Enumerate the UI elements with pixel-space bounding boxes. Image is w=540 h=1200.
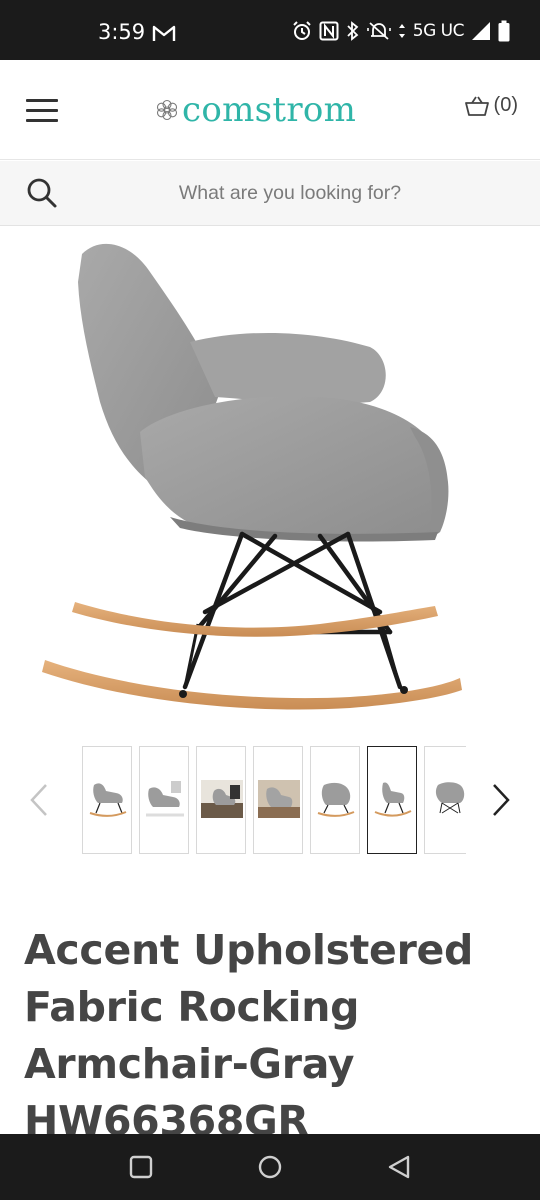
chevron-left-icon[interactable]	[26, 782, 52, 818]
app-root: 3:59 5G UC comstrom (0) What are you loo…	[0, 0, 540, 1200]
site-header: comstrom (0)	[0, 60, 540, 160]
home-circle-icon[interactable]	[257, 1154, 283, 1180]
thumbnail-3[interactable]	[196, 746, 246, 854]
thumbnail-viewport	[82, 746, 466, 856]
thumbnail-chair-icon	[258, 780, 300, 818]
search-input[interactable]	[80, 161, 500, 226]
thumbnail-chair-icon	[146, 781, 184, 817]
chevron-right-icon[interactable]	[488, 782, 514, 818]
status-icons: 5G UC	[292, 20, 510, 42]
status-time: 3:59	[98, 20, 146, 44]
data-arrows-icon	[398, 24, 405, 38]
thumbnail-5[interactable]	[310, 746, 360, 854]
thumbnail-strip	[0, 740, 540, 860]
product-title: Accent Upholstered Fabric Rocking Armcha…	[24, 926, 474, 1145]
gmail-icon	[152, 25, 176, 41]
thumbnail-4[interactable]	[253, 746, 303, 854]
thumbnail-chair-icon	[201, 780, 243, 818]
cart-button[interactable]: (0)	[464, 94, 518, 117]
thumbnail-2[interactable]	[139, 746, 189, 854]
search-bar	[0, 161, 540, 226]
brand-name: comstrom	[182, 90, 357, 130]
cart-count: (0)	[493, 94, 518, 116]
thumbnail-chair-icon	[374, 782, 412, 817]
thumbnail-chair-icon	[435, 782, 465, 814]
product-main-image[interactable]	[20, 232, 520, 722]
thumbnail-7[interactable]	[424, 746, 466, 854]
nfc-icon	[319, 21, 339, 41]
battery-icon	[498, 20, 510, 42]
basket-icon	[464, 96, 489, 116]
signal-icon	[472, 22, 490, 40]
search-icon[interactable]	[26, 177, 58, 209]
logo-flower-icon	[156, 99, 178, 121]
system-nav-bar	[0, 1134, 540, 1200]
brand-logo[interactable]: comstrom	[156, 90, 356, 130]
hamburger-menu-icon[interactable]	[26, 99, 58, 123]
status-bar: 3:59 5G UC	[0, 0, 540, 60]
network-type: 5G UC	[412, 21, 465, 41]
recents-square-icon[interactable]	[128, 1154, 154, 1180]
thumbnail-6-selected[interactable]	[367, 746, 417, 854]
bluetooth-icon	[347, 21, 359, 41]
thumbnail-chair-icon	[317, 782, 355, 817]
back-triangle-icon[interactable]	[386, 1154, 412, 1180]
thumbnail-chair-icon	[89, 783, 127, 817]
thumbnail-1[interactable]	[82, 746, 132, 854]
mute-icon	[366, 22, 391, 40]
alarm-icon	[293, 21, 311, 40]
